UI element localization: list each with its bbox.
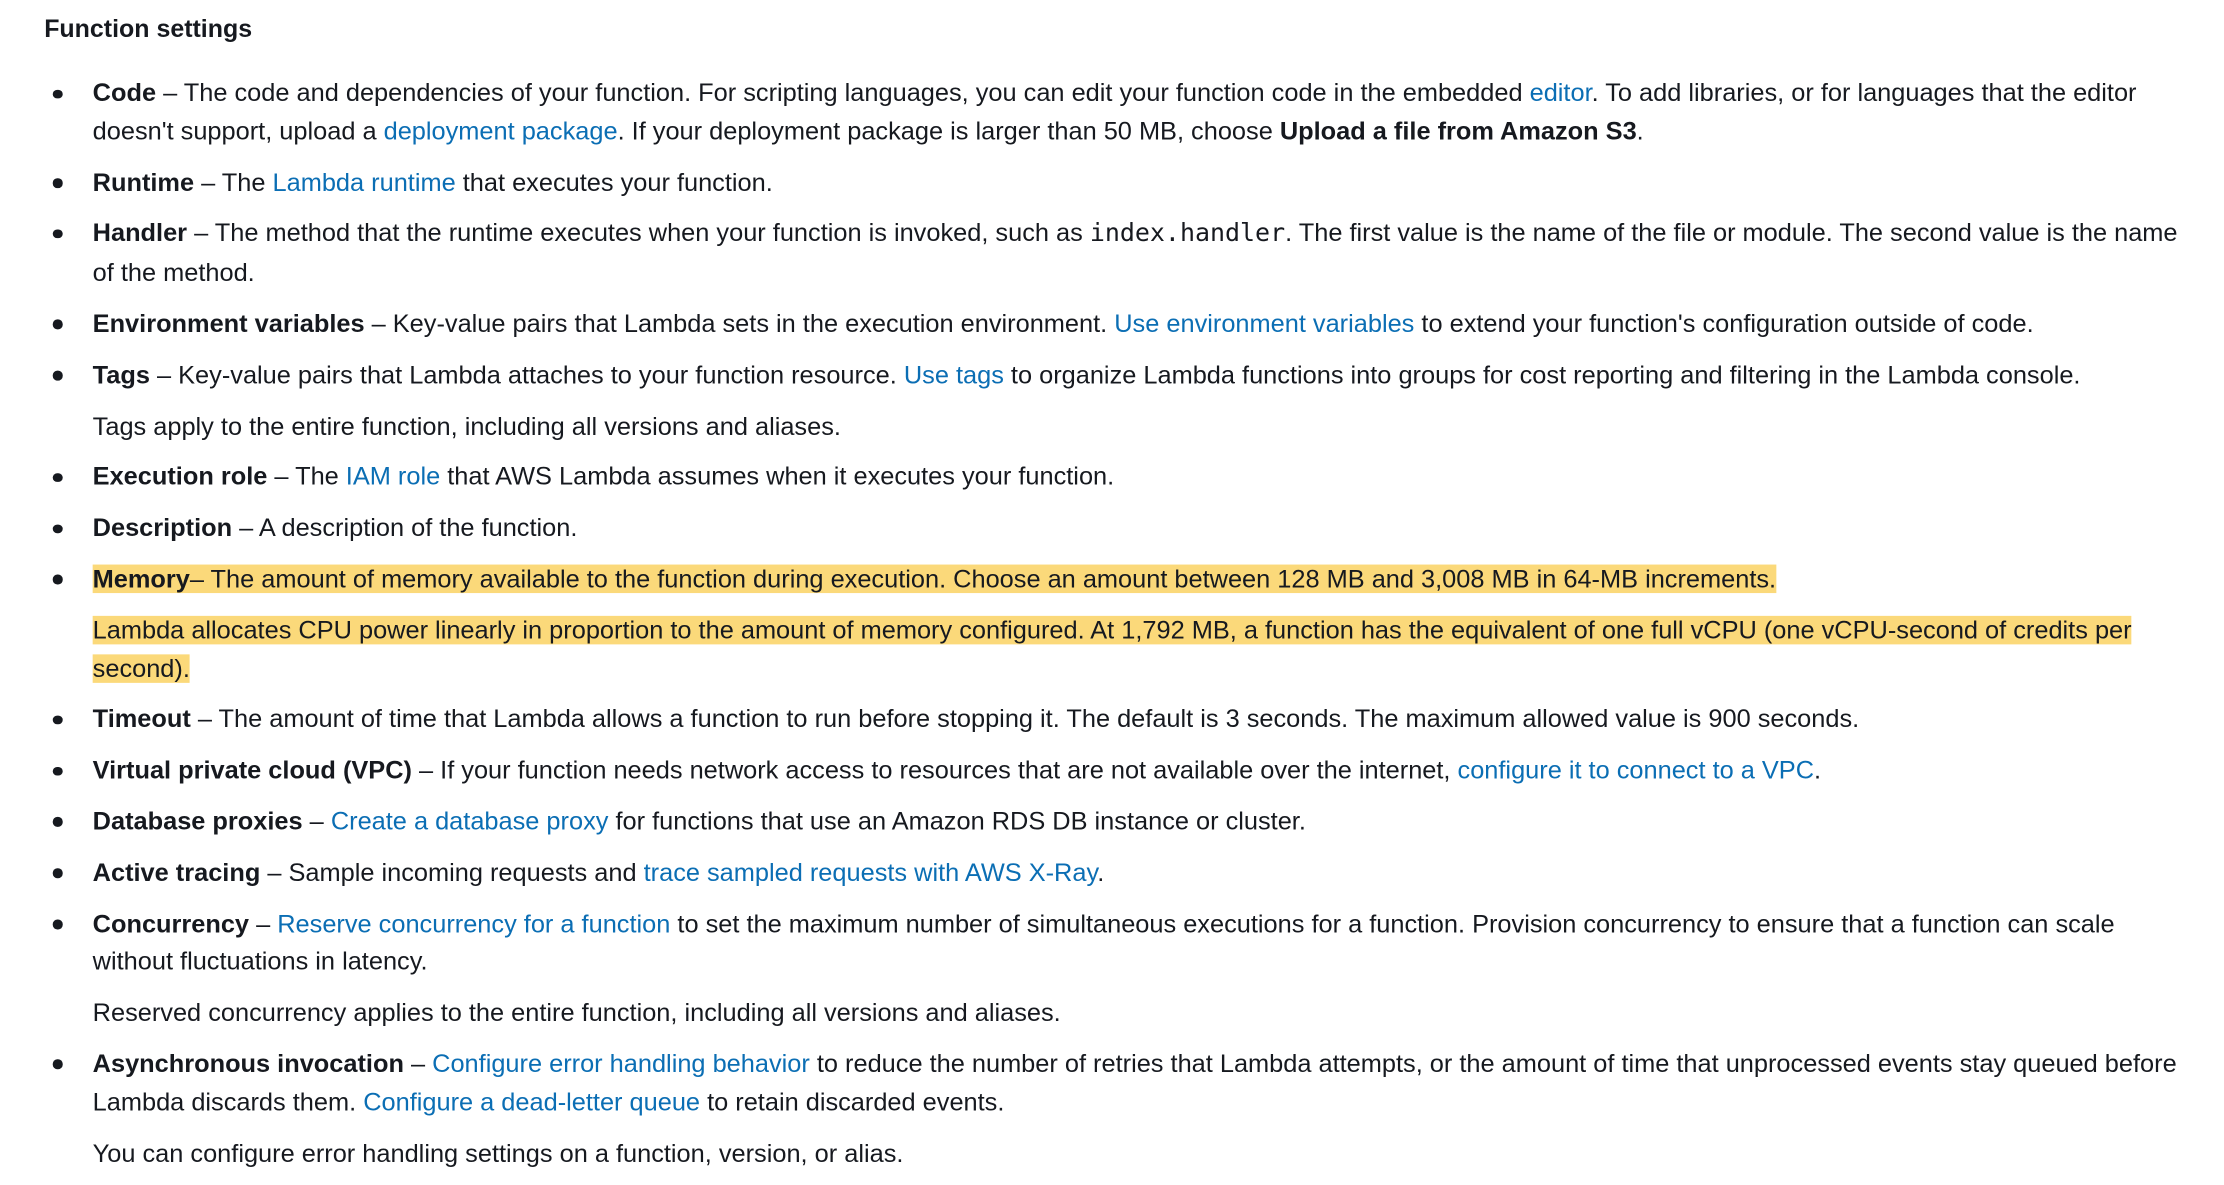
list-item-handler: Handler – The method that the runtime ex… xyxy=(0,214,2195,292)
term-async-invocation: Asynchronous invocation xyxy=(92,1049,404,1078)
function-settings-list: Code – The code and dependencies of your… xyxy=(0,74,2195,1185)
active-tracing-text-2: . xyxy=(1097,857,1105,887)
iam-role-link[interactable]: IAM role xyxy=(346,462,440,491)
handler-code-sample: index.handler xyxy=(1089,220,1286,249)
configure-vpc-link[interactable]: configure it to connect to a VPC xyxy=(1458,756,1815,785)
term-database-proxies: Database proxies xyxy=(92,806,303,836)
runtime-text-2: that executes your function. xyxy=(455,167,773,197)
term-concurrency: Concurrency xyxy=(92,908,250,938)
tags-text-2: to organize Lambda functions into groups… xyxy=(1003,360,2081,389)
term-runtime: Runtime xyxy=(92,167,195,197)
term-memory: Memory xyxy=(92,564,190,594)
vpc-text-1: – If your function needs network access … xyxy=(411,755,1458,785)
list-item-concurrency: Concurrency – Reserve concurrency for a … xyxy=(0,905,2195,1032)
list-item-runtime: Runtime – The Lambda runtime that execut… xyxy=(0,163,2195,201)
execution-role-text-2: that AWS Lambda assumes when it executes… xyxy=(440,462,1115,491)
term-handler: Handler xyxy=(92,218,188,248)
memory-highlight: Memory– The amount of memory available t… xyxy=(92,564,1777,594)
environment-variables-paragraph: Environment variables – Key-value pairs … xyxy=(93,305,2187,343)
term-execution-role: Execution role xyxy=(92,462,268,491)
configure-error-handling-link[interactable]: Configure error handling behavior xyxy=(432,1049,810,1078)
concurrency-paragraph: Concurrency – Reserve concurrency for a … xyxy=(93,905,2187,981)
deployment-package-link[interactable]: deployment package xyxy=(384,117,618,146)
code-text-1: – The code and dependencies of your func… xyxy=(156,78,1530,107)
upload-from-s3-label: Upload a file from Amazon S3 xyxy=(1279,116,1637,146)
code-paragraph: Code – The code and dependencies of your… xyxy=(93,74,2187,150)
memory-note-highlight: Lambda allocates CPU power linearly in p… xyxy=(92,615,2132,683)
create-database-proxy-link[interactable]: Create a database proxy xyxy=(331,807,609,836)
concurrency-note: Reserved concurrency applies to the enti… xyxy=(92,998,1061,1027)
list-item-tags: Tags – Key-value pairs that Lambda attac… xyxy=(0,356,2195,445)
memory-paragraph: Memory– The amount of memory available t… xyxy=(92,560,2187,598)
section-title: Function settings xyxy=(44,14,253,43)
term-active-tracing: Active tracing xyxy=(92,857,261,887)
list-item-execution-role: Execution role – The IAM role that AWS L… xyxy=(0,458,2195,496)
async-invocation-note: You can configure error handling setting… xyxy=(92,1138,904,1167)
tags-text-1: – Key-value pairs that Lambda attaches t… xyxy=(149,360,904,389)
list-item-database-proxies: Database proxies – Create a database pro… xyxy=(0,803,2195,841)
description-text-1: – A description of the function. xyxy=(232,513,578,542)
configure-dead-letter-queue-link[interactable]: Configure a dead-letter queue xyxy=(363,1087,700,1116)
environment-variables-text-1: – Key-value pairs that Lambda sets in th… xyxy=(364,309,1115,338)
vpc-text-2: . xyxy=(1814,755,1822,785)
vpc-paragraph: Virtual private cloud (VPC) – If your fu… xyxy=(93,752,2187,790)
use-tags-link[interactable]: Use tags xyxy=(904,360,1004,389)
tags-paragraph: Tags – Key-value pairs that Lambda attac… xyxy=(93,356,2187,394)
list-item-vpc: Virtual private cloud (VPC) – If your fu… xyxy=(0,752,2195,790)
list-item-active-tracing: Active tracing – Sample incoming request… xyxy=(0,854,2195,892)
active-tracing-paragraph: Active tracing – Sample incoming request… xyxy=(93,854,2187,892)
concurrency-text-1: – xyxy=(249,908,278,938)
database-proxies-paragraph: Database proxies – Create a database pro… xyxy=(93,803,2187,841)
trace-xray-link[interactable]: trace sampled requests with AWS X-Ray xyxy=(644,858,1098,887)
code-text-3: . If your deployment package is larger t… xyxy=(617,116,1280,146)
term-tags: Tags xyxy=(92,360,150,389)
execution-role-paragraph: Execution role – The IAM role that AWS L… xyxy=(93,458,2187,496)
database-proxies-text-1: – xyxy=(302,806,331,836)
async-invocation-text-1: – xyxy=(403,1049,433,1078)
list-item-async-invocation: Asynchronous invocation – Configure erro… xyxy=(0,1045,2195,1172)
list-item-description: Description – A description of the funct… xyxy=(0,509,2195,547)
list-item-memory: Memory– The amount of memory available t… xyxy=(0,560,2195,687)
description-paragraph: Description – A description of the funct… xyxy=(93,509,2187,547)
term-code: Code xyxy=(92,78,157,107)
handler-text-1: – The method that the runtime executes w… xyxy=(187,218,1090,248)
term-vpc: Virtual private cloud (VPC) xyxy=(92,755,412,785)
lambda-runtime-link[interactable]: Lambda runtime xyxy=(273,168,456,197)
memory-text-1: – The amount of memory available to the … xyxy=(189,564,1777,594)
term-timeout: Timeout xyxy=(92,704,191,734)
memory-note: Lambda allocates CPU power linearly in p… xyxy=(92,611,2187,687)
active-tracing-text-1: – Sample incoming requests and xyxy=(260,857,644,887)
list-item-timeout: Timeout – The amount of time that Lambda… xyxy=(0,701,2195,739)
editor-link[interactable]: editor xyxy=(1530,78,1592,107)
timeout-text-1: – The amount of time that Lambda allows … xyxy=(190,704,1860,734)
async-invocation-text-3: to retain discarded events. xyxy=(700,1087,1005,1116)
handler-paragraph: Handler – The method that the runtime ex… xyxy=(93,214,2187,292)
database-proxies-text-2: for functions that use an Amazon RDS DB … xyxy=(608,806,1306,836)
code-text-4: . xyxy=(1636,116,1644,146)
runtime-text-1: – The xyxy=(194,167,273,197)
tags-note: Tags apply to the entire function, inclu… xyxy=(92,411,841,440)
term-description: Description xyxy=(92,513,233,542)
environment-variables-text-2: to extend your function's configuration … xyxy=(1414,309,2034,338)
runtime-paragraph: Runtime – The Lambda runtime that execut… xyxy=(93,163,2187,201)
list-item-code: Code – The code and dependencies of your… xyxy=(0,74,2195,150)
async-invocation-paragraph: Asynchronous invocation – Configure erro… xyxy=(93,1045,2187,1121)
term-environment-variables: Environment variables xyxy=(92,309,365,338)
execution-role-text-1: – The xyxy=(267,462,346,491)
list-item-environment-variables: Environment variables – Key-value pairs … xyxy=(0,305,2195,343)
reserve-concurrency-link[interactable]: Reserve concurrency for a function xyxy=(277,909,670,938)
timeout-paragraph: Timeout – The amount of time that Lambda… xyxy=(93,701,2187,739)
use-environment-variables-link[interactable]: Use environment variables xyxy=(1114,309,1414,338)
